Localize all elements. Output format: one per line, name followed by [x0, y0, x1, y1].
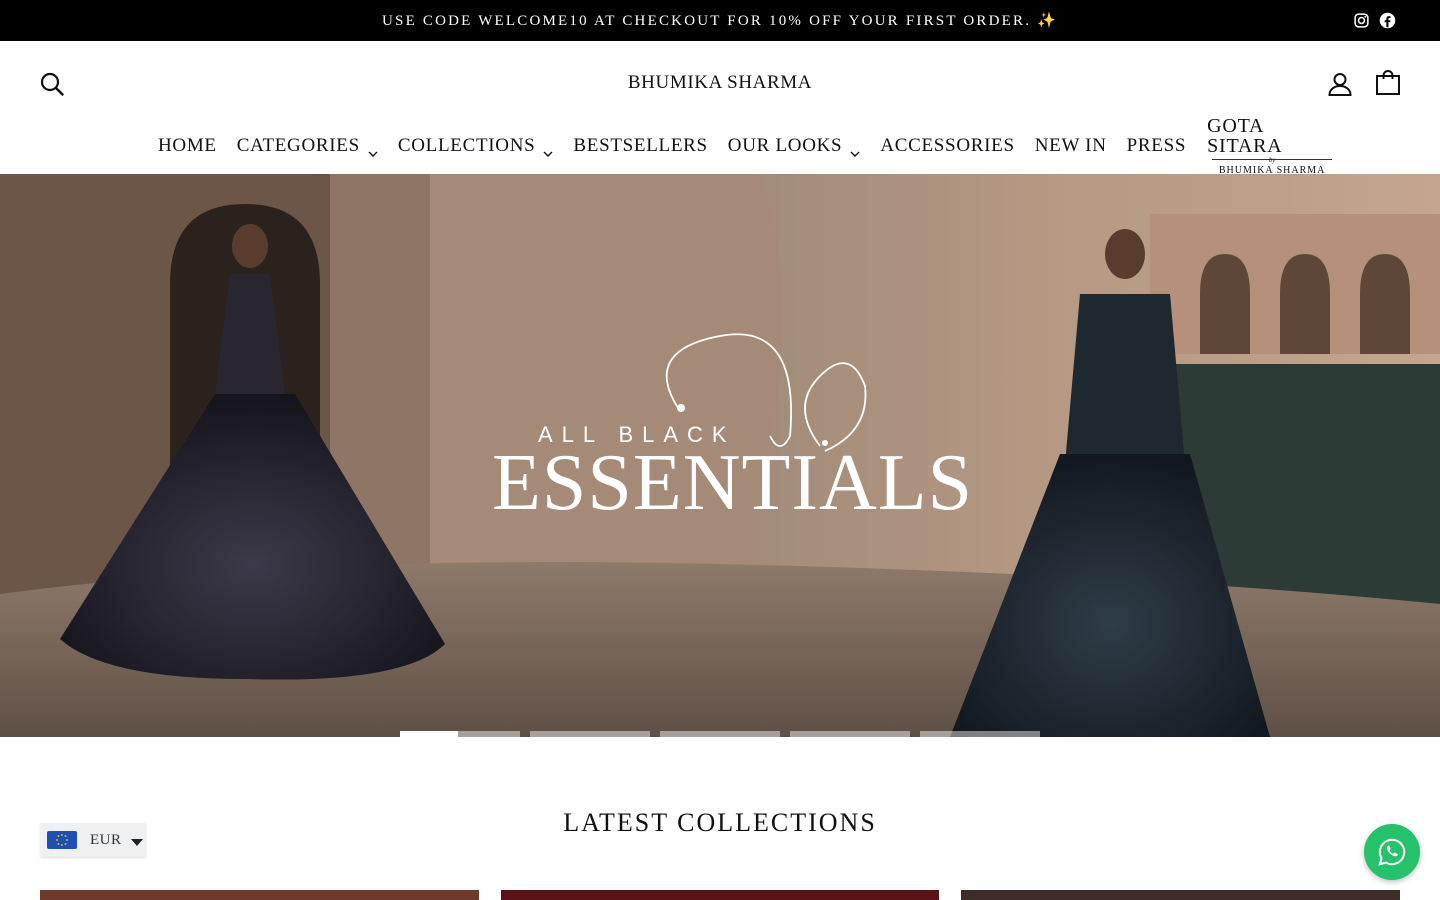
- nav-collections[interactable]: COLLECTIONS: [388, 135, 564, 157]
- chevron-down-icon: [543, 143, 553, 157]
- hero-title: ESSENTIALS: [492, 439, 974, 527]
- nav-bestsellers[interactable]: BESTSELLERS: [563, 135, 717, 157]
- site-header: BHUMIKA SHARMA HOME CATEGORIES COLLECTIO…: [0, 41, 1440, 176]
- gota-logo-rule: [1212, 159, 1333, 160]
- nav-our-looks[interactable]: OUR LOOKS: [718, 135, 871, 157]
- announcement-bar: USE CODE WELCOME10 AT CHECKOUT FOR 10% O…: [0, 0, 1440, 41]
- gota-sitara-logo[interactable]: GOTA SITARA by BHUMIKA SHARMA: [1207, 116, 1337, 176]
- brand-logo[interactable]: BHUMIKA SHARMA: [0, 72, 1440, 94]
- nav-home[interactable]: HOME: [148, 135, 227, 157]
- slide-indicator-3[interactable]: [660, 731, 780, 737]
- slide-indicator-2[interactable]: [530, 731, 650, 737]
- slide-indicator-1[interactable]: [400, 731, 520, 737]
- caret-down-icon: [130, 838, 143, 846]
- nav-press[interactable]: PRESS: [1117, 135, 1196, 157]
- instagram-icon[interactable]: [1353, 12, 1370, 29]
- nav-label: PRESS: [1126, 135, 1187, 156]
- announcement-text: USE CODE WELCOME10 AT CHECKOUT FOR 10% O…: [382, 13, 1058, 29]
- collection-cards: [40, 890, 1401, 900]
- collection-card[interactable]: [500, 890, 940, 900]
- latest-collections-title: LATEST COLLECTIONS: [563, 808, 877, 837]
- whatsapp-icon[interactable]: [1364, 824, 1420, 880]
- nav-label: CATEGORIES: [236, 135, 360, 156]
- nav-label: NEW IN: [1034, 135, 1107, 156]
- currency-selector[interactable]: EUR: [40, 823, 146, 857]
- chevron-down-icon: [850, 143, 860, 157]
- nav-label: ACCESSORIES: [880, 135, 1015, 156]
- nav-label: HOME: [158, 135, 217, 156]
- facebook-icon[interactable]: [1379, 12, 1396, 29]
- collection-card[interactable]: [40, 890, 479, 900]
- gota-logo-main: GOTA SITARA: [1207, 115, 1283, 157]
- nav-accessories[interactable]: ACCESSORIES: [870, 135, 1024, 157]
- nav-categories[interactable]: CATEGORIES: [227, 135, 388, 157]
- currency-code: EUR: [90, 831, 122, 848]
- slide-progress-fill: [400, 731, 458, 737]
- collection-card[interactable]: [961, 890, 1401, 900]
- cart-icon[interactable]: [1375, 70, 1401, 96]
- account-icon[interactable]: [1327, 71, 1353, 97]
- eu-flag-icon: [47, 831, 77, 849]
- social-links: [1353, 12, 1396, 29]
- chevron-down-icon: [368, 143, 378, 157]
- nav-label: OUR LOOKS: [727, 135, 843, 156]
- slide-indicator-5[interactable]: [920, 731, 1040, 737]
- nav-label: COLLECTIONS: [397, 135, 536, 156]
- nav-label: BESTSELLERS: [573, 135, 708, 156]
- slide-indicators: [400, 731, 1040, 737]
- hero-banner[interactable]: ALL BLACK ESSENTIALS: [0, 174, 1440, 737]
- main-nav: HOME CATEGORIES COLLECTIONS BESTSELLERS …: [148, 116, 1337, 176]
- slide-indicator-4[interactable]: [790, 731, 910, 737]
- nav-new-in[interactable]: NEW IN: [1025, 135, 1117, 157]
